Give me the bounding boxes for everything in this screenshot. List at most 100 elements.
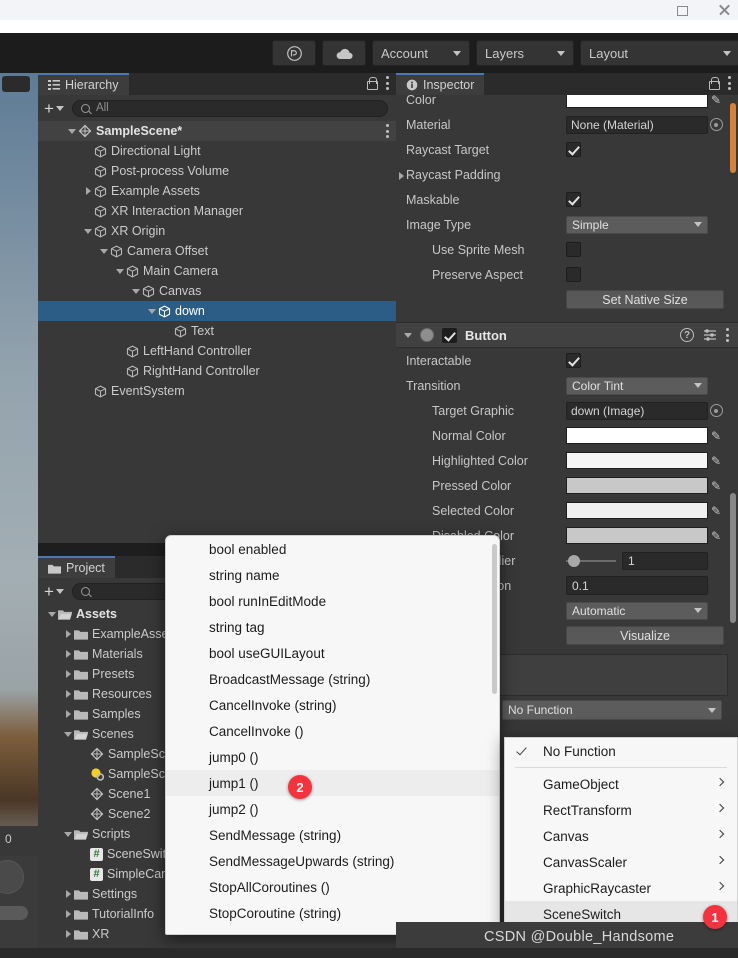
chevron-down-icon[interactable] (62, 731, 74, 737)
help-icon[interactable]: ? (680, 328, 694, 342)
object-picker-icon[interactable] (708, 404, 724, 417)
eyedropper-icon[interactable]: ✎ (708, 504, 724, 518)
function-popup-menu[interactable]: No Function GameObject RectTransform Canvas… (504, 737, 738, 934)
chevron-right-icon[interactable] (62, 930, 74, 938)
object-field[interactable]: down (Image) (566, 401, 708, 420)
method-item[interactable]: bool runInEditMode (166, 588, 499, 614)
color-swatch[interactable] (566, 527, 708, 544)
checkbox[interactable] (566, 192, 581, 207)
chevron-down-icon[interactable] (55, 588, 64, 594)
hierarchy-item-directional-light[interactable]: Directional Light (38, 141, 396, 161)
chevron-down-icon[interactable] (66, 128, 78, 134)
hierarchy-item-post-process-volume[interactable]: Post-process Volume (38, 161, 396, 181)
object-field[interactable]: None (Material) (566, 115, 708, 134)
dropdown-field[interactable]: Simple (566, 215, 708, 234)
methods-popup-scrollbar[interactable] (492, 544, 497, 694)
method-item[interactable]: bool useGUILayout (166, 640, 499, 666)
checkbox[interactable] (566, 242, 581, 257)
function-list[interactable]: No Function GameObject RectTransform Canvas… (505, 738, 737, 927)
layout-dropdown[interactable]: Layout (580, 40, 738, 66)
methods-list[interactable]: bool enabled string name bool runInEditMod… (166, 536, 499, 926)
chevron-down-icon[interactable] (114, 268, 126, 274)
scene-toolbar[interactable] (2, 76, 30, 92)
chevron-right-icon[interactable] (62, 650, 74, 658)
button-component-header[interactable]: Button ? (396, 322, 738, 348)
chevron-right-icon[interactable] (62, 630, 74, 638)
dropdown-field[interactable]: Color Tint (566, 376, 708, 395)
set-native-size-button[interactable]: Set Native Size (566, 290, 724, 309)
eyedropper-icon[interactable]: ✎ (708, 95, 724, 107)
hierarchy-item-xr-interaction-manager[interactable]: XR Interaction Manager (38, 201, 396, 221)
account-dropdown[interactable]: Account (372, 40, 470, 66)
hierarchy-item-down[interactable]: down (38, 301, 396, 321)
color-swatch[interactable] (566, 452, 708, 469)
chevron-down-icon[interactable] (404, 332, 412, 338)
chevron-down-icon[interactable] (146, 308, 158, 314)
hierarchy-item-example-assets[interactable]: Example Assets (38, 181, 396, 201)
chevron-down-icon[interactable] (46, 611, 58, 617)
eyedropper-icon[interactable]: ✎ (708, 479, 724, 493)
hierarchy-item-lefthand-controller[interactable]: LeftHand Controller (38, 341, 396, 361)
chevron-right-icon[interactable] (62, 710, 74, 718)
method-item[interactable]: jump2 () (166, 796, 499, 822)
color-swatch[interactable] (566, 427, 708, 444)
hierarchy-item-eventsystem[interactable]: EventSystem (38, 381, 396, 401)
eyedropper-icon[interactable]: ✎ (708, 529, 724, 543)
kebab-menu-icon[interactable] (726, 328, 730, 342)
slider-track[interactable] (566, 554, 616, 567)
hierarchy-item-camera-offset[interactable]: Camera Offset (38, 241, 396, 261)
color-swatch[interactable] (566, 502, 708, 519)
chevron-down-icon[interactable] (98, 248, 110, 254)
chevron-down-icon[interactable] (82, 228, 94, 234)
hierarchy-search-input[interactable]: All (71, 99, 388, 117)
function-item[interactable]: CanvasScaler (505, 849, 737, 875)
hierarchy-item-main-camera[interactable]: Main Camera (38, 261, 396, 281)
chevron-down-icon[interactable] (62, 831, 74, 837)
tab-project[interactable]: Project (38, 556, 115, 578)
color-swatch[interactable] (566, 477, 708, 494)
color-swatch[interactable] (566, 95, 708, 108)
chevron-right-icon[interactable] (62, 670, 74, 678)
dropdown-field[interactable]: Automatic (566, 601, 708, 620)
function-item[interactable]: GameObject (505, 771, 737, 797)
tab-hierarchy[interactable]: Hierarchy (38, 73, 129, 95)
onclick-function-dropdown[interactable]: No Function (502, 700, 722, 720)
hierarchy-item-canvas[interactable]: Canvas (38, 281, 396, 301)
hierarchy-item-righthand-controller[interactable]: RightHand Controller (38, 361, 396, 381)
restore-icon[interactable] (674, 2, 690, 18)
method-item[interactable]: BroadcastMessage (string) (166, 666, 499, 692)
hierarchy-item-samplescene[interactable]: SampleScene* (38, 121, 396, 141)
function-item[interactable]: No Function (505, 738, 737, 764)
kebab-menu-icon[interactable] (386, 124, 390, 138)
method-item[interactable]: CancelInvoke (string) (166, 692, 499, 718)
kebab-menu-icon[interactable] (728, 76, 732, 90)
inspector-scrollbar-top[interactable] (730, 103, 736, 173)
chevron-right-icon[interactable] (62, 690, 74, 698)
function-item[interactable]: Canvas (505, 823, 737, 849)
button-enabled-checkbox[interactable] (442, 327, 457, 343)
method-item[interactable]: SendMessage (string) (166, 822, 499, 848)
chevron-right-icon[interactable] (62, 910, 74, 918)
hierarchy-item-xr-origin[interactable]: XR Origin (38, 221, 396, 241)
method-item[interactable]: string tag (166, 614, 499, 640)
scene-slider[interactable] (0, 906, 28, 920)
methods-popup-menu[interactable]: bool enabled string name bool runInEditMod… (165, 535, 500, 935)
inspector-scrollbar[interactable] (730, 493, 736, 623)
scene-gizmo[interactable] (0, 860, 24, 894)
method-item[interactable]: CancelInvoke () (166, 718, 499, 744)
layers-dropdown[interactable]: Layers (476, 40, 574, 66)
checkbox[interactable] (566, 353, 581, 368)
lock-icon[interactable] (366, 76, 378, 90)
chevron-down-icon[interactable] (55, 105, 64, 111)
kebab-menu-icon[interactable] (386, 76, 390, 90)
number-field[interactable]: 1 (622, 551, 708, 570)
function-item[interactable]: GraphicRaycaster (505, 875, 737, 901)
object-picker-icon[interactable] (708, 118, 724, 131)
hierarchy-tree[interactable]: SampleScene* Directional Light Post-proces… (38, 121, 396, 543)
cloud-icon[interactable] (322, 40, 366, 66)
preset-icon[interactable] (703, 328, 717, 342)
method-item[interactable]: StopAllCoroutines () (166, 874, 499, 900)
lock-icon[interactable] (708, 76, 720, 90)
chevron-right-icon[interactable] (62, 890, 74, 898)
chevron-right-icon[interactable] (82, 187, 94, 195)
